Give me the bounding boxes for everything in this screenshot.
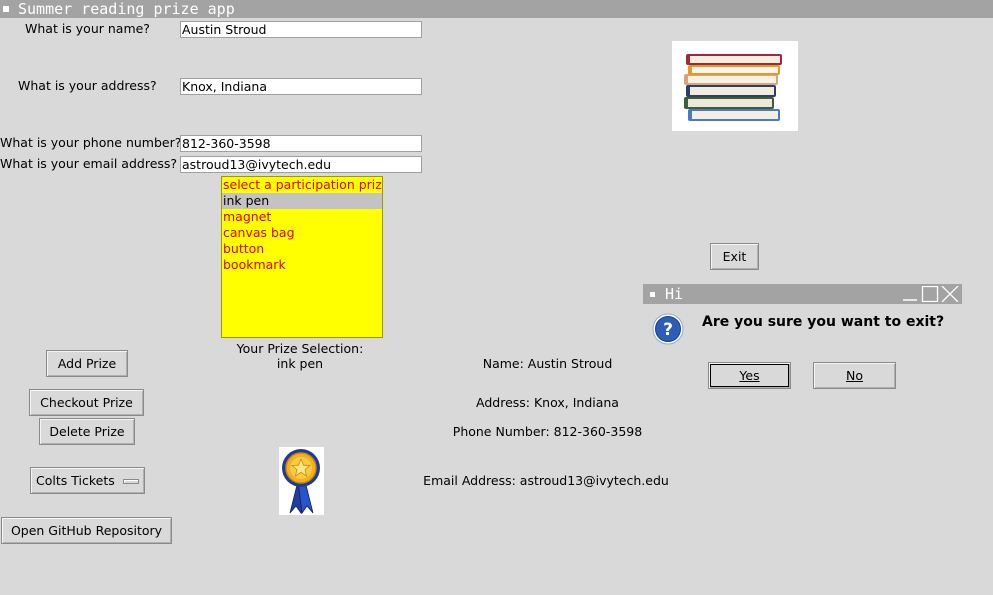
- phone-label: What is your phone number?: [0, 135, 182, 150]
- exit-button[interactable]: Exit: [710, 243, 759, 270]
- colts-tickets-menu[interactable]: Colts Tickets: [30, 467, 145, 494]
- dialog-menu-icon[interactable]: [650, 292, 655, 297]
- award-ribbon-icon: [279, 447, 324, 515]
- close-icon[interactable]: [941, 286, 959, 302]
- add-prize-button[interactable]: Add Prize: [46, 350, 128, 377]
- minimize-icon[interactable]: [901, 286, 919, 302]
- yes-button[interactable]: Yes: [708, 362, 791, 389]
- name-label: What is your name?: [25, 21, 150, 36]
- list-item[interactable]: canvas bag: [222, 225, 382, 241]
- email-field[interactable]: astroud13@ivytech.edu: [180, 156, 422, 173]
- yes-button-label: Yes: [739, 368, 760, 383]
- summary-address: Address: Knox, Indiana: [476, 395, 619, 410]
- svg-text:?: ?: [663, 320, 673, 340]
- maximize-icon[interactable]: [921, 286, 939, 302]
- window-menu-icon[interactable]: [3, 6, 9, 12]
- summary-email: Email Address: astroud13@ivytech.edu: [423, 473, 669, 488]
- dialog-message: Are you sure you want to exit?: [702, 314, 945, 330]
- summary-phone: Phone Number: 812-360-3598: [452, 424, 643, 439]
- prize-listbox[interactable]: select a participation prize ink pen mag…: [221, 176, 383, 338]
- list-item[interactable]: bookmark: [222, 257, 382, 273]
- window-title: Summer reading prize app: [18, 0, 235, 18]
- option-menu-indicator-icon: [123, 479, 139, 484]
- list-item[interactable]: magnet: [222, 209, 382, 225]
- delete-prize-button[interactable]: Delete Prize: [39, 418, 135, 445]
- window-titlebar: Summer reading prize app: [0, 0, 993, 18]
- question-icon: ?: [652, 313, 684, 345]
- prize-selection-value: ink pen: [276, 356, 324, 371]
- no-button-label: No: [846, 368, 863, 383]
- address-field[interactable]: Knox, Indiana: [180, 78, 422, 95]
- checkout-prize-button[interactable]: Checkout Prize: [29, 389, 144, 416]
- prize-selection-heading: Your Prize Selection:: [236, 341, 364, 356]
- dialog-titlebar: Hi: [643, 284, 962, 304]
- phone-field[interactable]: 812-360-3598: [180, 135, 422, 152]
- name-field[interactable]: Austin Stroud: [180, 21, 422, 38]
- no-button[interactable]: No: [813, 362, 896, 389]
- address-label: What is your address?: [18, 78, 157, 93]
- colts-tickets-label: Colts Tickets: [36, 473, 115, 488]
- summary-name: Name: Austin Stroud: [482, 356, 613, 371]
- open-github-button[interactable]: Open GitHub Repository: [1, 517, 172, 544]
- email-label: What is your email address?: [0, 156, 178, 171]
- list-item-selected[interactable]: ink pen: [222, 193, 382, 209]
- books-image: [672, 41, 798, 131]
- list-item[interactable]: button: [222, 241, 382, 257]
- dialog-title: Hi: [665, 285, 684, 303]
- list-item[interactable]: select a participation prize: [222, 177, 382, 193]
